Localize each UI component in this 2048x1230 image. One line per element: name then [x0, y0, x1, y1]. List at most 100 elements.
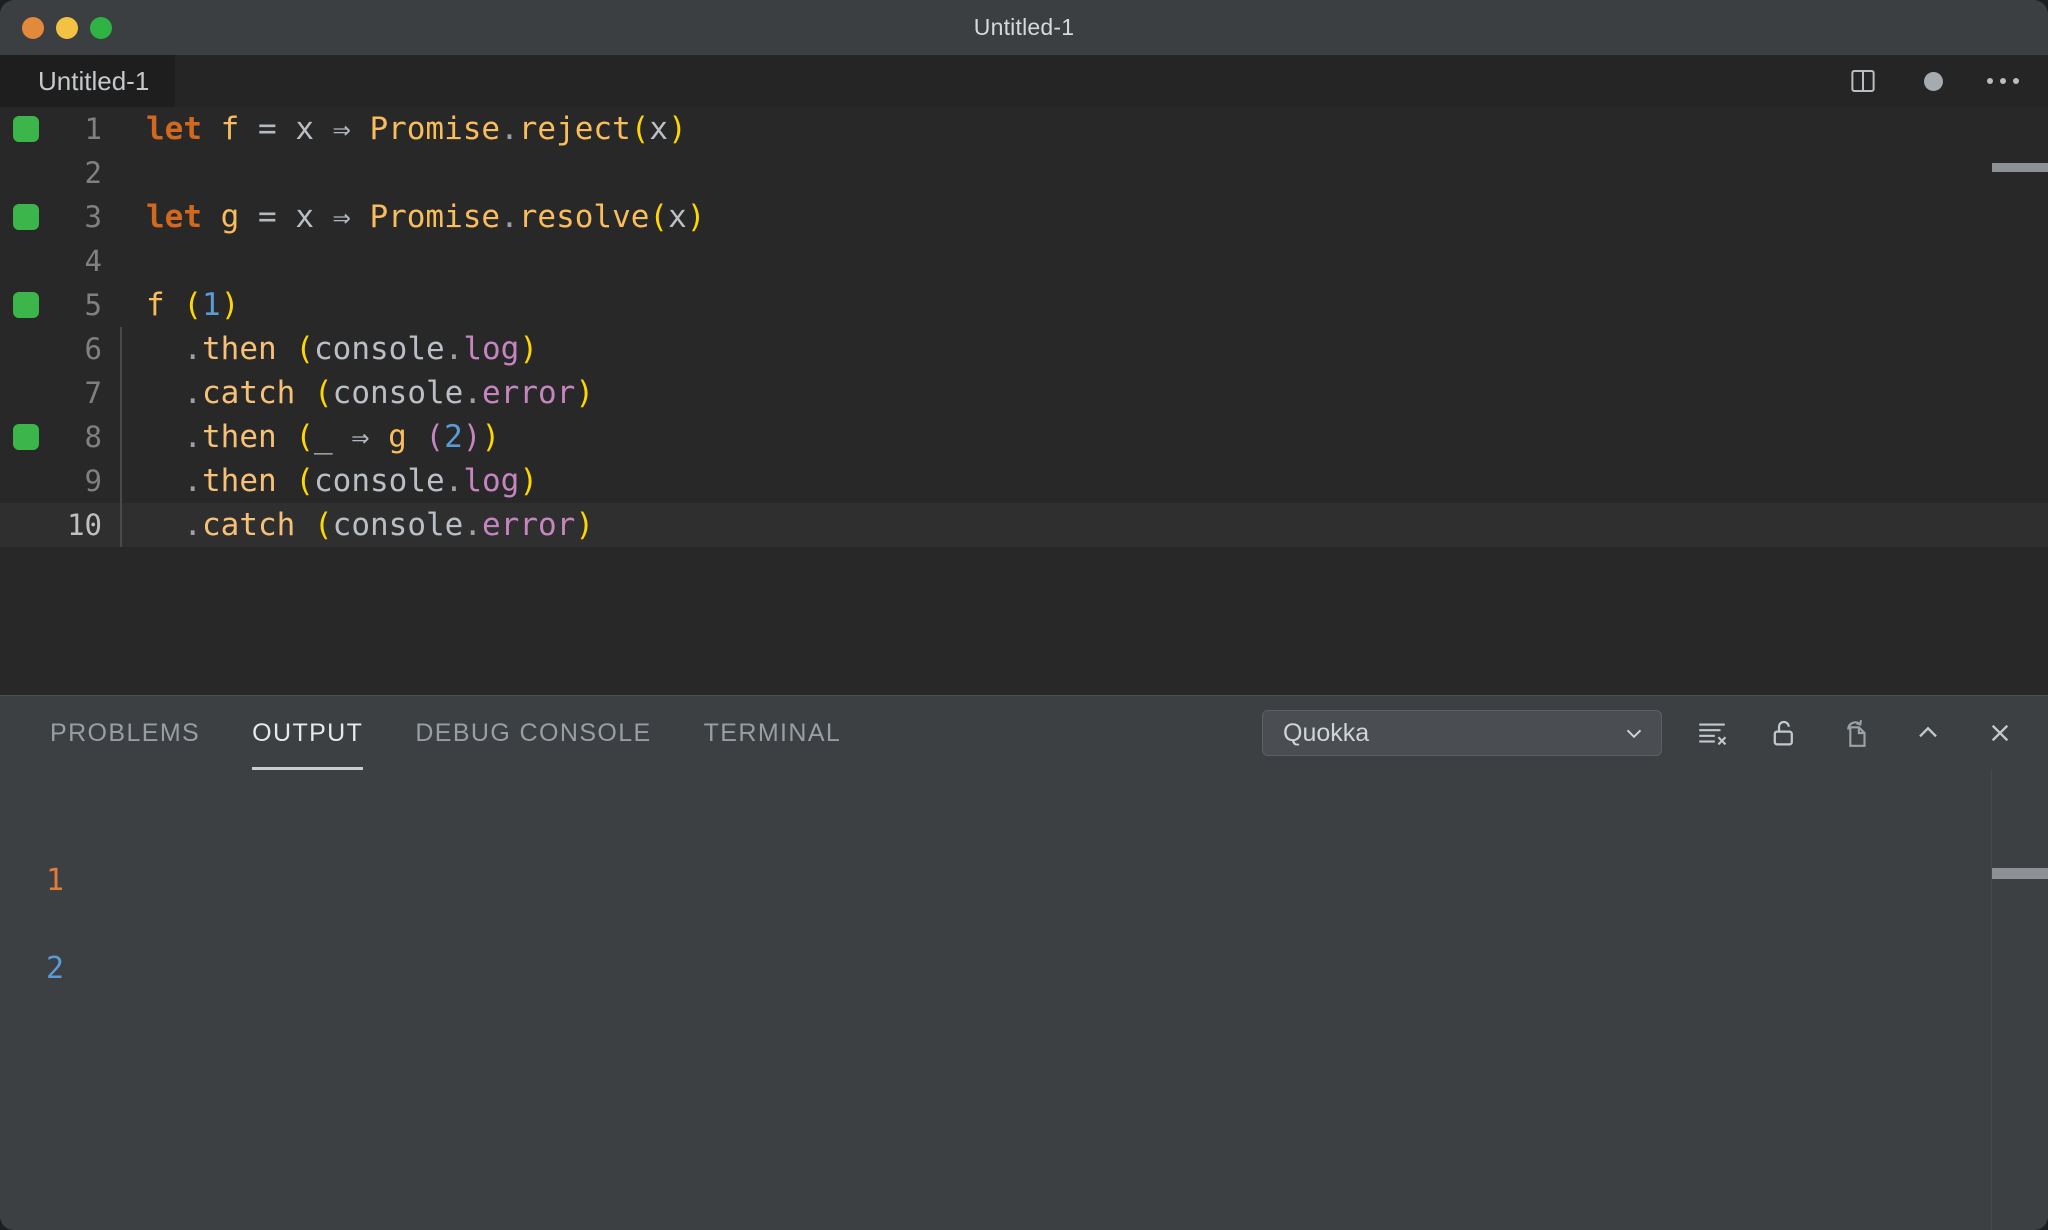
- code-line[interactable]: 2: [0, 151, 2048, 195]
- maximize-panel-icon[interactable]: [1906, 711, 1950, 755]
- code-token: let: [146, 110, 202, 147]
- code-token: .: [444, 463, 464, 499]
- code-line-content: .catch (console.error): [120, 503, 2048, 547]
- bottom-panel: PROBLEMS OUTPUT DEBUG CONSOLE TERMINAL Quok…: [0, 695, 2048, 1230]
- line-number: 10: [67, 508, 102, 542]
- output-channel-select[interactable]: Quokka: [1262, 710, 1662, 756]
- code-line[interactable]: 3 let g = x ⇒ Promise.resolve(x): [0, 195, 2048, 239]
- panel-tab-debug-console[interactable]: DEBUG CONSOLE: [415, 696, 651, 770]
- quokka-live-marker-icon[interactable]: [13, 292, 39, 318]
- code-token: x: [295, 198, 315, 235]
- open-in-editor-icon[interactable]: [1834, 711, 1878, 755]
- clear-output-icon[interactable]: [1690, 711, 1734, 755]
- code-line-content: .catch (console.error): [120, 371, 2048, 415]
- code-token: .: [183, 331, 202, 367]
- tab-label: Untitled-1: [38, 65, 150, 96]
- code-token: ): [519, 463, 538, 499]
- quokka-live-marker-icon[interactable]: [13, 204, 39, 230]
- code-token: console: [314, 463, 445, 499]
- code-token: .: [183, 375, 202, 411]
- code-token: ): [481, 418, 501, 455]
- more-actions-icon[interactable]: [1986, 64, 2020, 98]
- output-line: 1: [46, 862, 65, 898]
- panel-tab-label: PROBLEMS: [50, 718, 201, 747]
- app-window: Untitled-1 Untitled-1 1 let f = x ⇒ Promi…: [0, 0, 2048, 1230]
- output-panel-body[interactable]: 12: [0, 770, 2048, 1230]
- code-token: (: [314, 375, 333, 411]
- output-line: 2: [46, 950, 65, 986]
- code-token: (: [314, 507, 333, 543]
- line-number: 2: [84, 156, 102, 190]
- close-panel-icon[interactable]: [1978, 711, 2022, 755]
- code-editor[interactable]: 1 let f = x ⇒ Promise.reject(x) 2 3 let g = …: [0, 107, 2048, 695]
- panel-tab-terminal[interactable]: TERMINAL: [704, 696, 842, 770]
- code-line-content: f (1): [120, 283, 2048, 327]
- code-line[interactable]: 5f (1): [0, 283, 2048, 327]
- code-line[interactable]: 10 .catch (console.error): [0, 503, 2048, 547]
- code-token: ): [519, 331, 538, 367]
- output-scrollbar-thumb[interactable]: [1992, 868, 2048, 879]
- maximize-window-button[interactable]: [90, 16, 112, 39]
- editor-tabbar: Untitled-1: [0, 55, 2048, 107]
- code-token: reject: [518, 110, 631, 147]
- output-lines-container: 12: [0, 770, 2048, 1230]
- code-token: f: [146, 287, 165, 323]
- panel-tab-problems[interactable]: PROBLEMS: [50, 696, 200, 770]
- code-token: 2: [444, 418, 463, 455]
- code-token: ): [575, 375, 594, 411]
- code-line-content: let g = x ⇒ Promise.resolve(x): [120, 195, 2048, 240]
- code-token: (: [649, 198, 669, 235]
- code-token: .: [500, 198, 519, 235]
- overview-ruler-mark[interactable]: [1992, 163, 2048, 172]
- quokka-live-marker-icon[interactable]: [13, 424, 39, 450]
- panel-tab-label: DEBUG CONSOLE: [415, 718, 652, 747]
- panel-tab-output[interactable]: OUTPUT: [252, 696, 364, 770]
- code-line[interactable]: 1 let f = x ⇒ Promise.reject(x): [0, 107, 2048, 151]
- split-editor-icon[interactable]: [1846, 64, 1880, 98]
- code-token: g: [388, 418, 407, 455]
- code-token: .: [183, 463, 202, 499]
- minimize-window-button[interactable]: [56, 16, 78, 39]
- code-token: ⇒: [351, 419, 370, 455]
- quokka-live-marker-icon[interactable]: [13, 116, 39, 142]
- close-window-button[interactable]: [22, 16, 44, 39]
- code-token: g: [220, 198, 240, 235]
- code-token: error: [482, 507, 576, 543]
- code-token: ): [686, 198, 706, 235]
- code-line[interactable]: 9 .then (console.log): [0, 459, 2048, 503]
- code-token: resolve: [518, 198, 650, 235]
- code-line[interactable]: 8 .then (_ ⇒ g (2)): [0, 414, 2048, 460]
- code-token: then: [202, 463, 277, 499]
- code-token: console: [332, 375, 464, 411]
- window-titlebar: Untitled-1: [0, 0, 2048, 55]
- code-token: console: [314, 331, 445, 367]
- code-token: =: [258, 110, 277, 147]
- chevron-down-icon: [1621, 720, 1647, 746]
- output-spacer: [46, 902, 2048, 946]
- code-line[interactable]: 6 .then (console.log): [0, 327, 2048, 371]
- indent-guide: [120, 459, 122, 503]
- code-token: (: [295, 331, 314, 367]
- output-channel-value: Quokka: [1283, 718, 1370, 747]
- unsaved-dot-icon[interactable]: [1916, 64, 1950, 98]
- unlock-scroll-icon[interactable]: [1762, 711, 1806, 755]
- code-line[interactable]: 7 .catch (console.error): [0, 371, 2048, 415]
- window-title: Untitled-1: [973, 14, 1075, 40]
- code-line[interactable]: 4: [0, 239, 2048, 283]
- code-token: x: [649, 110, 669, 147]
- code-token: 1: [202, 287, 221, 323]
- tab-untitled-1[interactable]: Untitled-1: [0, 55, 176, 107]
